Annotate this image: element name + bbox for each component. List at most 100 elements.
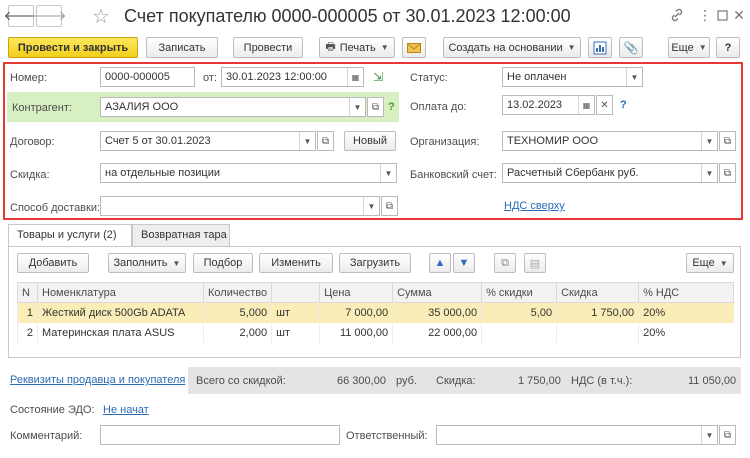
organization-open-button[interactable]: ⧉	[719, 131, 736, 151]
cell-vat[interactable]: 20%	[638, 322, 734, 343]
attach-button[interactable]: 📎	[619, 37, 643, 58]
cell-qty[interactable]: 2,000	[202, 322, 272, 343]
cell-sum[interactable]: 22 000,00	[392, 322, 482, 343]
date-field[interactable]: 30.01.2023 12:00:00 ▦	[221, 67, 364, 87]
counterparty-help-icon[interactable]: ?	[388, 101, 395, 113]
number-value: 0000-000005	[105, 71, 170, 83]
calendar-icon[interactable]: ▦	[578, 96, 594, 114]
date-label: от:	[203, 72, 217, 84]
favorite-star-icon[interactable]: ☆	[92, 4, 110, 29]
edo-status-link[interactable]: Не начат	[103, 404, 149, 416]
counterparty-open-button[interactable]: ⧉	[367, 97, 384, 117]
help-button[interactable]: ?	[716, 37, 740, 58]
tab-returnable-packaging[interactable]: Возвратная тара	[132, 224, 230, 246]
cell-disc[interactable]	[556, 322, 639, 343]
pay-until-clear-button[interactable]: ✕	[596, 95, 613, 115]
arrow-down-icon: ▼	[458, 257, 470, 269]
move-down-button[interactable]: ▼	[453, 253, 475, 273]
add-row-button[interactable]: Добавить	[17, 253, 89, 273]
pay-until-field[interactable]: 13.02.2023 ▦	[502, 95, 595, 115]
cell-price[interactable]: 7 000,00	[319, 302, 393, 323]
pick-button[interactable]: Подбор	[193, 253, 253, 273]
col-disc-pct[interactable]: % скидки	[481, 282, 558, 303]
discount-select[interactable]: на отдельные позиции ▼	[100, 163, 397, 183]
counterparty-field[interactable]: АЗАЛИЯ ООО ▼	[100, 97, 366, 117]
save-button[interactable]: Записать	[146, 37, 218, 58]
chevron-down-icon: ▼	[698, 43, 707, 52]
bank-account-field[interactable]: Расчетный Сбербанк руб. ▼	[502, 163, 718, 183]
paste-row-button[interactable]: ▤	[524, 253, 546, 273]
close-icon[interactable]: ✕	[730, 6, 748, 24]
delivery-field[interactable]: ▼	[100, 196, 380, 216]
col-n[interactable]: N	[17, 282, 38, 303]
email-button[interactable]	[402, 37, 426, 58]
pay-until-help-icon[interactable]: ?	[620, 99, 627, 111]
forward-button[interactable]: 🡒	[32, 5, 66, 27]
print-button[interactable]: 🖶 Печать ▼	[319, 37, 395, 58]
contract-field[interactable]: Счет 5 от 30.01.2023 ▼	[100, 131, 316, 151]
post-button[interactable]: Провести	[233, 37, 303, 58]
bank-account-open-button[interactable]: ⧉	[719, 163, 736, 183]
cell-disc[interactable]: 1 750,00	[556, 302, 639, 323]
counterparty-label: Контрагент:	[12, 102, 72, 114]
cell-price[interactable]: 11 000,00	[319, 322, 393, 343]
more-button[interactable]: Еще ▼	[668, 37, 710, 58]
chevron-down-icon: ▼	[701, 132, 717, 150]
col-disc[interactable]: Скидка	[556, 282, 640, 303]
report-button[interactable]	[588, 37, 612, 58]
load-button[interactable]: Загрузить	[339, 253, 411, 273]
requisites-link[interactable]: Реквизиты продавца и покупателя	[10, 374, 185, 386]
cell-disc-pct[interactable]	[481, 322, 557, 343]
paperclip-icon: 📎	[623, 40, 639, 55]
table-more-button[interactable]: Еще ▼	[686, 253, 734, 273]
col-qty[interactable]: Количество	[202, 282, 273, 303]
change-button[interactable]: Изменить	[259, 253, 333, 273]
comment-field[interactable]	[100, 425, 340, 445]
tab-goods[interactable]: Товары и услуги (2)	[8, 224, 132, 247]
copy-icon: ⧉	[501, 256, 509, 269]
calendar-icon[interactable]: ▦	[347, 68, 363, 86]
cell-vat[interactable]: 20%	[638, 302, 734, 323]
cell-sum[interactable]: 35 000,00	[392, 302, 482, 323]
responsible-field[interactable]: ▼	[436, 425, 718, 445]
back-button[interactable]: 🡐	[4, 5, 38, 27]
table-row[interactable]: 1 Жесткий диск 500Gb ADATA 5,000 шт 7 00…	[17, 302, 734, 323]
chevron-down-icon: ▼	[719, 258, 728, 268]
status-select[interactable]: Не оплачен ▼	[502, 67, 643, 87]
col-unit[interactable]	[271, 282, 321, 303]
col-item[interactable]: Номенклатура	[37, 282, 204, 303]
chevron-down-icon: ▼	[299, 132, 315, 150]
move-up-button[interactable]: ▲	[429, 253, 451, 273]
post-and-close-button[interactable]: Провести и закрыть	[8, 37, 138, 58]
fill-button[interactable]: Заполнить ▼	[108, 253, 186, 273]
table-row[interactable]: 2 Материнская плата ASUS 2,000 шт 11 000…	[17, 322, 734, 343]
new-contract-button[interactable]: Новый	[344, 131, 396, 151]
more-menu-icon[interactable]: ⋮	[696, 6, 714, 24]
col-sum[interactable]: Сумма	[392, 282, 483, 303]
number-field[interactable]: 0000-000005	[100, 67, 195, 87]
link-icon[interactable]	[668, 6, 686, 24]
maximize-icon[interactable]	[713, 6, 731, 24]
cell-disc-pct[interactable]: 5,00	[481, 302, 557, 323]
delivery-open-button[interactable]: ⧉	[381, 196, 398, 216]
print-label: Печать	[339, 41, 376, 54]
organization-field[interactable]: ТЕХНОМИР ООО ▼	[502, 131, 718, 151]
bank-account-label: Банковский счет:	[410, 169, 497, 181]
cell-n: 2	[17, 322, 38, 343]
vat-link[interactable]: НДС сверху	[504, 200, 565, 212]
copy-row-button[interactable]: ⧉	[494, 253, 516, 273]
open-icon: ⧉	[723, 167, 732, 179]
col-vat[interactable]: % НДС	[638, 282, 734, 303]
cell-qty[interactable]: 5,000	[202, 302, 272, 323]
cell-item[interactable]: Материнская плата ASUS	[37, 322, 204, 343]
discount-total-label: Скидка:	[436, 375, 476, 387]
cell-item[interactable]: Жесткий диск 500Gb ADATA	[37, 302, 204, 323]
responsible-open-button[interactable]: ⧉	[719, 425, 736, 445]
cell-unit[interactable]: шт	[271, 302, 320, 323]
col-price[interactable]: Цена	[319, 282, 394, 303]
create-based-on-button[interactable]: Создать на основании ▼	[443, 37, 581, 58]
pay-until-value: 13.02.2023	[507, 99, 563, 111]
cell-unit[interactable]: шт	[271, 322, 320, 343]
open-icon: ⧉	[723, 135, 732, 147]
contract-open-button[interactable]: ⧉	[317, 131, 334, 151]
